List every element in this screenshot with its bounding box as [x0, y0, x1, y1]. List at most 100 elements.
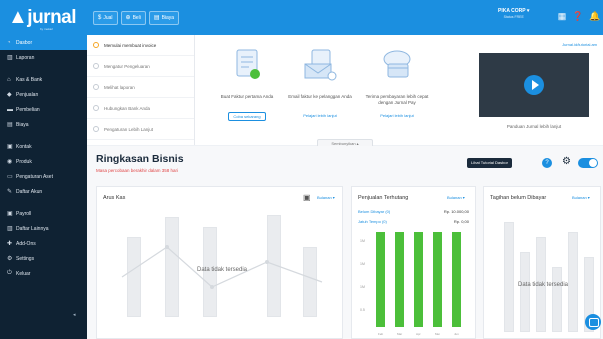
sidebar-item-daftar-akun[interactable]: ✎ Daftar Akun: [0, 184, 87, 199]
company-status: Status FREE: [503, 15, 524, 19]
panel-title: Tagihan belum Dibayar: [490, 195, 547, 201]
chat-support-icon[interactable]: [585, 314, 601, 330]
panel-title: Penjualan Terhutang: [358, 195, 409, 201]
addon-icon: ✚: [7, 241, 13, 247]
bills-panel: Tagihan belum Dibayar Bulanan ▾ Data tid…: [483, 186, 601, 339]
onboarding-step[interactable]: Hubungkan Bank Anda: [87, 98, 194, 119]
y-tick: 1M: [360, 285, 365, 289]
sidebar-item-daftar-lainnya[interactable]: ▥ Daftar Lainnya: [0, 221, 87, 236]
y-tick: 1M: [360, 262, 365, 266]
gear-icon[interactable]: ⚙: [562, 156, 571, 167]
overdue-link[interactable]: Jatuh Tempo (0): [358, 219, 387, 224]
dashboard-icon: ◔: [7, 39, 11, 46]
calculator-icon[interactable]: ▦: [556, 10, 568, 22]
period-select[interactable]: Bulanan ▾: [317, 195, 335, 200]
learn-more-link[interactable]: Pelajari lebih lanjut: [362, 113, 432, 118]
expense-button[interactable]: ▤ Biaya: [148, 10, 180, 25]
onboarding-step[interactable]: Memulai membuat invoice: [87, 35, 194, 56]
sidebar-item-label: Daftar Akun: [16, 188, 43, 195]
settings-icon: ⚙: [7, 256, 13, 262]
try-now-button[interactable]: Coba sekarang: [228, 112, 266, 121]
sidebar-item-biaya[interactable]: ▤ Biaya: [0, 117, 87, 132]
sidebar-item-keluar[interactable]: ⏻ Keluar: [0, 266, 87, 281]
step-status-icon: [93, 63, 99, 69]
sidebar-item-laporan[interactable]: ▥ Laporan: [0, 50, 87, 65]
sidebar-item-label: Produk: [16, 158, 32, 165]
sell-button[interactable]: $ Jual: [93, 10, 118, 25]
sidebar-item-label: Pembelian: [16, 106, 40, 113]
step-label: Pengaturan Lebih Lanjut: [104, 126, 154, 132]
app-root: ▲jurnal by mekari $ Jual ⊕ Beli ▤ Biaya …: [0, 0, 603, 339]
play-icon[interactable]: [524, 75, 544, 95]
sidebar-item-settings[interactable]: ⚙ Settings: [0, 251, 87, 266]
unpaid-value: Rp. 10.000,00: [443, 209, 469, 214]
dashboard-tutorial-button[interactable]: Lihat Tutorial Dasbor: [467, 158, 512, 168]
sidebar-item-label: Settings: [16, 255, 35, 262]
sidebar-item-label: Keluar: [16, 270, 31, 277]
money-icon: $: [98, 14, 102, 21]
sidebar-item-dasbor[interactable]: ◔ Dasbor: [0, 35, 87, 50]
period-select[interactable]: Bulanan ▾: [572, 195, 590, 200]
notification-bell-icon[interactable]: 🔔: [589, 10, 601, 22]
purchase-icon: ▬: [7, 106, 13, 113]
chart-type-icon[interactable]: ▣: [303, 193, 311, 202]
top-bar: ▲jurnal by mekari $ Jual ⊕ Beli ▤ Biaya …: [0, 0, 603, 35]
receivables-bar: [376, 232, 385, 327]
sidebar-item-label: Pengaturan Aset: [16, 173, 53, 180]
tutorial-link[interactable]: Jurnal.id/tutorial.am: [562, 42, 597, 47]
buy-label: Beli: [132, 14, 141, 21]
y-tick: 0.5: [360, 308, 365, 312]
sidebar-item-label: Kontak: [16, 143, 32, 150]
onboarding-step[interactable]: Melihat laporan: [87, 77, 194, 98]
sidebar-item-pengaturan-aset[interactable]: ▭ Pengaturan Aset: [0, 169, 87, 184]
sidebar: ◔ Dasbor ▥ Laporan ⌂ Kas & Bank ◆ Penjualan …: [0, 35, 87, 339]
onboarding-step[interactable]: Pengaturan Lebih Lanjut: [87, 119, 194, 140]
dashboard-toggle[interactable]: [578, 158, 598, 168]
sidebar-item-kontak[interactable]: ▣ Kontak: [0, 139, 87, 154]
unpaid-link[interactable]: Belum Dibayar (0): [358, 209, 390, 214]
x-tick: Mei: [435, 332, 440, 336]
sidebar-item-penjualan[interactable]: ◆ Penjualan: [0, 87, 87, 102]
sidebar-item-pembelian[interactable]: ▬ Pembelian: [0, 102, 87, 117]
x-tick: Apr: [416, 332, 421, 336]
logout-icon: ⏻: [7, 270, 12, 276]
sidebar-item-add-ons[interactable]: ✚ Add-Ons: [0, 236, 87, 251]
sidebar-item-label: Penjualan: [16, 91, 39, 98]
tutorial-video[interactable]: [479, 53, 589, 117]
step-status-icon: [93, 126, 99, 132]
step-label: Memulai membuat invoice: [104, 42, 157, 48]
cloud-payment-illustration-icon: [383, 50, 411, 78]
help-icon[interactable]: ❓: [572, 10, 584, 22]
cart-icon: ⊕: [125, 15, 131, 21]
receivables-bar: [414, 232, 423, 327]
placeholder-bar: [552, 267, 562, 332]
placeholder-bar: [504, 222, 514, 332]
card-text: Buat Faktur pertama Anda: [220, 94, 274, 99]
onboarding-card-jurnalpay: Terima pembayaran lebih cepat dengan Jur…: [362, 47, 432, 118]
learn-more-link[interactable]: Pelajari lebih lanjut: [285, 113, 355, 118]
payroll-icon: ▣: [7, 211, 13, 217]
sidebar-item-produk[interactable]: ◉ Produk: [0, 154, 87, 169]
sidebar-item-label: Daftar Lainnya: [16, 225, 49, 232]
buy-button[interactable]: ⊕ Beli: [120, 10, 146, 25]
sidebar-item-kas-bank[interactable]: ⌂ Kas & Bank: [0, 72, 87, 87]
onboarding-card-email: Email faktur ke pelanggan Anda Pelajari …: [285, 47, 355, 118]
logo-tagline: by mekari: [40, 27, 54, 31]
help-badge-icon[interactable]: ?: [542, 158, 552, 168]
sidebar-collapse-icon[interactable]: ◂: [73, 312, 76, 318]
onboarding-step[interactable]: Mengatur Pengeluaran: [87, 56, 194, 77]
step-status-icon: [93, 105, 99, 111]
x-tick: Jun: [454, 332, 459, 336]
x-tick: Feb: [378, 332, 384, 336]
sidebar-item-payroll[interactable]: ▣ Payroll: [0, 206, 87, 221]
report-icon: ▥: [7, 55, 13, 61]
step-status-icon: [93, 42, 99, 48]
company-switcher[interactable]: PIKA CORP ▾ Status FREE: [498, 8, 529, 19]
step-status-icon: [93, 84, 99, 90]
period-select[interactable]: Bulanan ▾: [447, 195, 465, 200]
sidebar-item-label: Dasbor: [16, 39, 33, 46]
logo[interactable]: ▲jurnal by mekari: [0, 0, 87, 35]
y-tick: 1M: [360, 239, 365, 243]
logo-text: ▲jurnal: [8, 6, 77, 28]
trial-notice: Masa percobaan berakhir dalam 358 hari: [96, 168, 179, 173]
